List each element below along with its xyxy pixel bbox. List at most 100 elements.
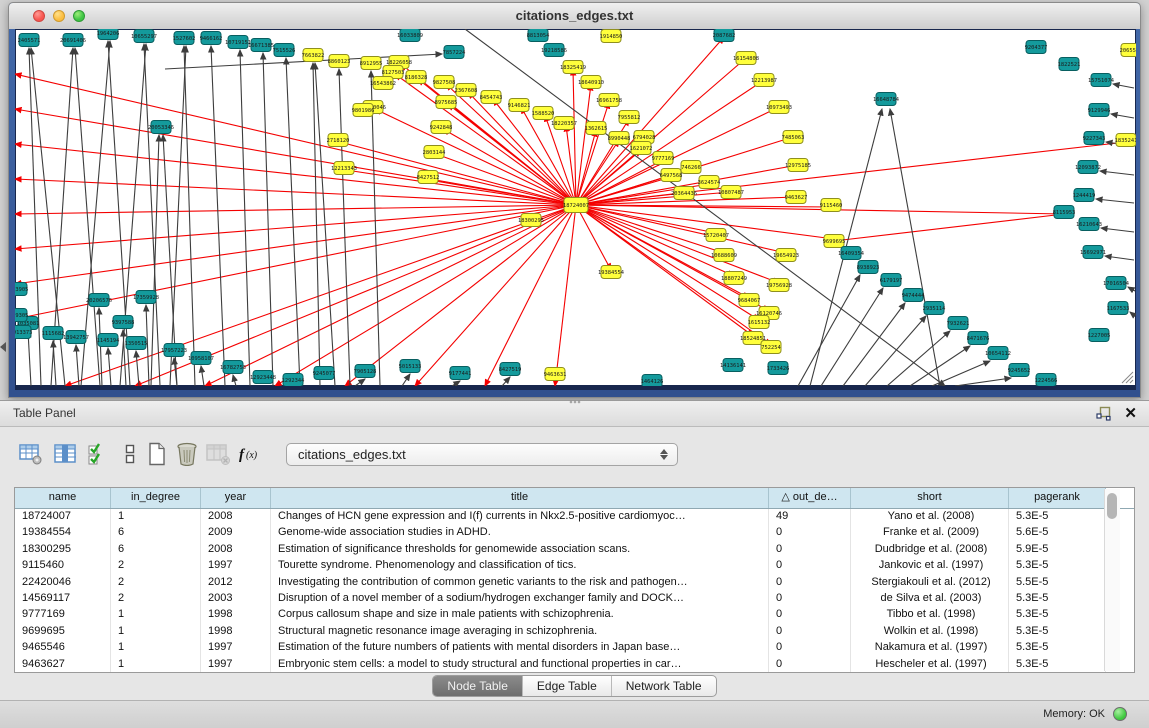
- graph-node[interactable]: 9777169: [652, 152, 675, 165]
- table-cell[interactable]: Embryonic stem cells: a model to study s…: [271, 657, 769, 673]
- table-cell[interactable]: 19384554: [15, 525, 111, 541]
- table-cell[interactable]: 5.6E-5: [1009, 525, 1106, 541]
- citation-edge-black[interactable]: [170, 46, 186, 386]
- table-cell[interactable]: 5.3E-5: [1009, 640, 1106, 656]
- table-cell[interactable]: 2: [111, 558, 201, 574]
- graph-node[interactable]: 9827508: [433, 76, 456, 89]
- table-cell[interactable]: 1998: [201, 607, 271, 623]
- graph-hub-node[interactable]: 18724007: [563, 198, 589, 213]
- citation-edge-black[interactable]: [201, 366, 204, 386]
- graph-node[interactable]: 8975685: [435, 96, 458, 109]
- table-row[interactable]: 911546021997Tourette syndrome. Phenomeno…: [15, 558, 1134, 574]
- citation-edge-black[interactable]: [1130, 312, 1135, 316]
- graph-node[interactable]: 1350515: [125, 337, 148, 350]
- table-row[interactable]: 969969511998Structural magnetic resonanc…: [15, 624, 1134, 640]
- graph-node[interactable]: 10807487: [718, 186, 744, 199]
- column-header-out_de[interactable]: △ out_de…: [769, 488, 851, 508]
- table-cell[interactable]: 5.3E-5: [1009, 657, 1106, 673]
- graph-node[interactable]: 7663822: [302, 49, 325, 62]
- graph-node[interactable]: 2405571: [18, 34, 41, 47]
- table-cell[interactable]: 5.3E-5: [1009, 624, 1106, 640]
- graph-node[interactable]: 1588520: [532, 107, 555, 120]
- table-cell[interactable]: 1997: [201, 558, 271, 574]
- table-cell[interactable]: 2008: [201, 509, 271, 525]
- graph-node[interactable]: 9146821: [508, 99, 531, 112]
- graph-node[interactable]: 12213343: [331, 162, 357, 175]
- graph-node[interactable]: 18640910: [578, 76, 604, 89]
- table-cell[interactable]: 5.9E-5: [1009, 542, 1106, 558]
- citation-edge-black[interactable]: [355, 379, 365, 386]
- graph-node[interactable]: 9115460: [820, 199, 843, 212]
- float-panel-icon[interactable]: [1096, 406, 1111, 421]
- network-canvas[interactable]: 2405571206914061964206106552971527602946…: [15, 29, 1136, 386]
- graph-node[interactable]: 18220357: [551, 117, 577, 130]
- table-cell[interactable]: Corpus callosum shape and size in male p…: [271, 607, 769, 623]
- graph-node[interactable]: 1227005: [1088, 329, 1111, 342]
- graph-node[interactable]: 20364436: [671, 187, 697, 200]
- graph-node[interactable]: 10688609: [711, 249, 737, 262]
- table-cell[interactable]: Estimation of the future numbers of pati…: [271, 640, 769, 656]
- citation-edge-black[interactable]: [865, 316, 926, 386]
- citation-edge-black[interactable]: [798, 275, 860, 386]
- table-cell[interactable]: de Silva et al. (2003): [851, 591, 1009, 607]
- table-cell[interactable]: 2008: [201, 542, 271, 558]
- graph-node[interactable]: 18300295: [518, 214, 544, 227]
- graph-node[interactable]: 9204377: [1025, 41, 1048, 54]
- graph-node[interactable]: 17359928: [133, 291, 159, 304]
- graph-node[interactable]: 8427519: [499, 363, 522, 376]
- graph-node[interactable]: 8427512: [417, 171, 440, 184]
- graph-node[interactable]: 15751074: [1088, 74, 1114, 87]
- table-cell[interactable]: 2003: [201, 591, 271, 607]
- table-cell[interactable]: Estimation of significance thresholds fo…: [271, 542, 769, 558]
- table-row[interactable]: 946554611997Estimation of the future num…: [15, 640, 1134, 656]
- graph-node[interactable]: 9466162: [200, 32, 223, 45]
- graph-node[interactable]: 8912955: [360, 57, 383, 70]
- table-cell[interactable]: 9465546: [15, 640, 111, 656]
- graph-node[interactable]: 19756928: [766, 279, 792, 292]
- graph-node[interactable]: 1362615: [585, 122, 608, 135]
- table-cell[interactable]: 2: [111, 591, 201, 607]
- table-row[interactable]: 2242004622012Investigating the contribut…: [15, 575, 1134, 591]
- table-cell[interactable]: 1997: [201, 640, 271, 656]
- graph-node[interactable]: 8471676: [967, 332, 990, 345]
- citation-edge-black[interactable]: [890, 109, 940, 386]
- graph-node[interactable]: 15720407: [703, 229, 729, 242]
- function-builder-icon[interactable]: f (x): [238, 441, 264, 467]
- graph-node[interactable]: 16782753: [220, 361, 246, 374]
- graph-node[interactable]: 8619305: [15, 309, 28, 322]
- graph-node[interactable]: 752254: [761, 341, 781, 354]
- graph-node[interactable]: 18807249: [721, 272, 747, 285]
- citation-edge-black[interactable]: [136, 351, 139, 386]
- citation-edge-red[interactable]: [834, 214, 1064, 241]
- graph-node[interactable]: 1244419: [1073, 189, 1096, 202]
- graph-node[interactable]: 20691406: [60, 34, 86, 47]
- graph-node[interactable]: 1292344: [282, 374, 305, 387]
- graph-node[interactable]: 3913373: [15, 326, 32, 339]
- citation-edge-black[interactable]: [339, 69, 350, 386]
- table-row[interactable]: 1456911722003Disruption of a novel membe…: [15, 591, 1134, 607]
- citation-edge-black[interactable]: [263, 53, 273, 386]
- citation-edge-red[interactable]: [555, 205, 576, 386]
- graph-node[interactable]: 6179197: [880, 274, 903, 287]
- table-cell[interactable]: 9115460: [15, 558, 111, 574]
- table-cell[interactable]: Yano et al. (2008): [851, 509, 1009, 525]
- table-cell[interactable]: 22420046: [15, 575, 111, 591]
- table-cell[interactable]: 0: [769, 657, 851, 673]
- graph-node[interactable]: 2718120: [327, 134, 350, 147]
- panel-collapse-arrow[interactable]: [0, 342, 6, 352]
- graph-node[interactable]: 1913905: [15, 283, 28, 296]
- graph-node[interactable]: 9474444: [902, 289, 925, 302]
- table-cell[interactable]: Tibbo et al. (1998): [851, 607, 1009, 623]
- graph-node[interactable]: 6497568: [660, 169, 683, 182]
- graph-node[interactable]: 16543862: [370, 77, 396, 90]
- graph-node[interactable]: 20206576: [86, 294, 112, 307]
- graph-node[interactable]: 10958107: [188, 352, 214, 365]
- table-cell[interactable]: 0: [769, 558, 851, 574]
- table-cell[interactable]: 1: [111, 657, 201, 673]
- scrollbar-thumb[interactable]: [1107, 493, 1117, 519]
- graph-node[interactable]: 16210643: [1076, 218, 1102, 231]
- graph-node[interactable]: 8186328: [405, 71, 428, 84]
- graph-node[interactable]: 1464126: [641, 375, 664, 387]
- graph-node[interactable]: 9463631: [544, 368, 567, 381]
- table-cell[interactable]: Franke et al. (2009): [851, 525, 1009, 541]
